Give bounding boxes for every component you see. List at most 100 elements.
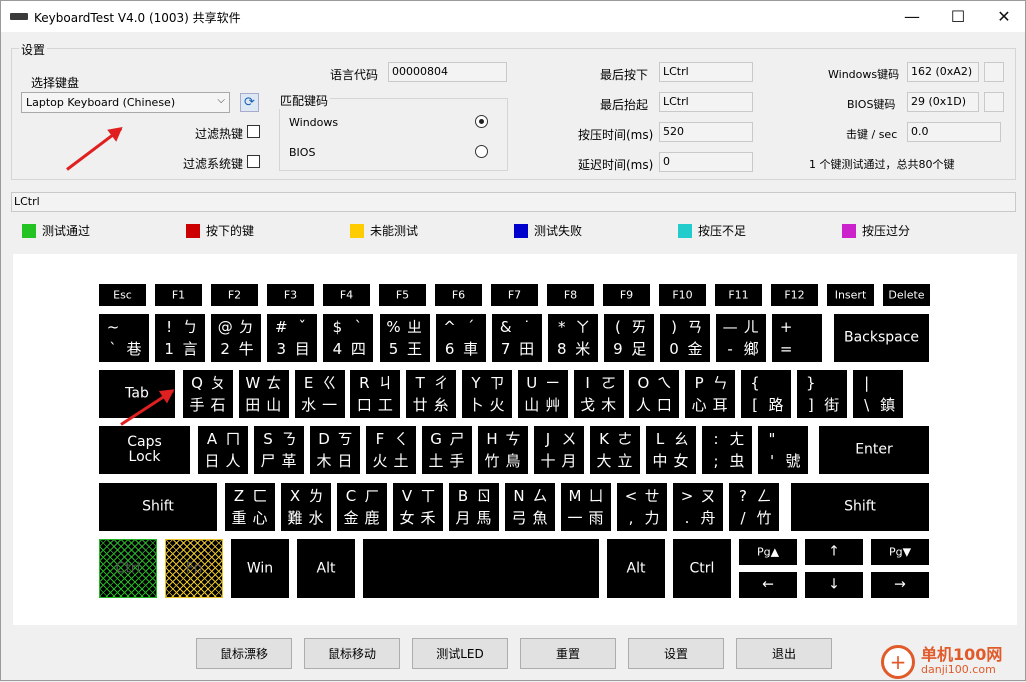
key-q-row-4[interactable]: Tㄔ廿糸 xyxy=(406,370,457,418)
key-num-9[interactable]: (ㄞ 9 足 xyxy=(603,314,654,362)
key-up-arrow[interactable]: ↑ xyxy=(805,539,863,565)
key-space[interactable] xyxy=(363,539,599,598)
key-num-12[interactable]: + = xyxy=(772,314,823,362)
key-fn[interactable]: Fn xyxy=(165,539,223,598)
key-f10[interactable]: F10 xyxy=(659,284,706,306)
settings-button[interactable]: 设置 xyxy=(628,638,724,669)
match-windows-radio[interactable] xyxy=(475,115,488,128)
key-f7[interactable]: F7 xyxy=(491,284,538,306)
key-z-row-2[interactable]: Cㄏ金鹿 xyxy=(337,483,387,531)
key-a-row-3[interactable]: Fㄑ火土 xyxy=(366,426,416,474)
key-f2[interactable]: F2 xyxy=(211,284,258,306)
key-ctrl-left[interactable]: Ctrl xyxy=(99,539,157,598)
key-z-row-8[interactable]: > ㄡ. 舟 xyxy=(673,483,723,531)
key-legend-br: 雨 xyxy=(588,509,604,527)
test-led-button[interactable]: 测试LED xyxy=(412,638,508,669)
key-q-row-5[interactable]: Yㄗ卜火 xyxy=(462,370,512,418)
key-page-up[interactable]: Pg▲ xyxy=(739,539,797,565)
key-q-row-11[interactable]: }] 街 xyxy=(796,370,847,418)
filter-hotkeys-checkbox[interactable] xyxy=(247,125,260,138)
filter-system-keys-checkbox[interactable] xyxy=(247,155,260,168)
key-num-8[interactable]: * ㄚ 8 米 xyxy=(547,314,598,362)
key-a-row-6[interactable]: Jㄨ十月 xyxy=(534,426,584,474)
key-right-arrow[interactable]: → xyxy=(871,572,929,598)
key-f3[interactable]: F3 xyxy=(267,284,314,306)
key-num-1[interactable]: ! ㄅ 1 言 xyxy=(155,314,206,362)
key-f4[interactable]: F4 xyxy=(323,284,370,306)
key-num-5[interactable]: % ㄓ 5 王 xyxy=(379,314,430,362)
key-num-2[interactable]: @ ㄉ 2 牛 xyxy=(211,314,262,362)
key-shift-right[interactable]: Shift xyxy=(791,483,929,531)
close-button[interactable]: ✕ xyxy=(981,1,1026,32)
key-alt-right[interactable]: Alt xyxy=(607,539,665,598)
key-left-arrow[interactable]: ← xyxy=(739,572,797,598)
key-q-row-8[interactable]: Oㄟ人口 xyxy=(629,370,680,418)
key-a-row-8[interactable]: Lㄠ中女 xyxy=(646,426,696,474)
key-num-0[interactable]: ~ ` 巷 xyxy=(99,314,149,362)
key-q-row-7[interactable]: Iㄛ戈木 xyxy=(573,370,624,418)
key-z-row-5[interactable]: Nㄙ弓魚 xyxy=(505,483,555,531)
key-q-row-9[interactable]: Pㄣ心耳 xyxy=(685,370,736,418)
refresh-icon[interactable]: ⟳ xyxy=(240,93,259,112)
key-esc[interactable]: Esc xyxy=(99,284,146,306)
key-q-row-12[interactable]: | \ 鎮 xyxy=(852,370,903,418)
key-q-row-1[interactable]: Wㄊ田山 xyxy=(238,370,289,418)
key-z-row-4[interactable]: Bㄖ月馬 xyxy=(449,483,499,531)
key-alt-left[interactable]: Alt xyxy=(297,539,355,598)
key-z-row-3[interactable]: Vㄒ女禾 xyxy=(393,483,443,531)
key-num-11[interactable]: — ㄦ - 鄉 xyxy=(716,314,767,362)
key-z-row-0[interactable]: Zㄈ重心 xyxy=(225,483,275,531)
key-a-row-1[interactable]: Sㄋ尸革 xyxy=(254,426,304,474)
key-z-row-1[interactable]: Xㄌ難水 xyxy=(281,483,331,531)
key-num-10[interactable]: ) ㄢ 0 金 xyxy=(660,314,710,362)
key-q-row-0[interactable]: Qㄆ手石 xyxy=(183,370,233,418)
key-num-6[interactable]: ^ ˊ 6 車 xyxy=(435,314,486,362)
key-z-row-9[interactable]: ? ㄥ / 竹 xyxy=(729,483,779,531)
reset-button[interactable]: 重置 xyxy=(520,638,616,669)
mouse-drift-button[interactable]: 鼠标漂移 xyxy=(196,638,292,669)
maximize-button[interactable]: ☐ xyxy=(935,1,981,32)
key-page-down[interactable]: Pg▼ xyxy=(871,539,929,565)
key-q-row-10[interactable]: {[路 xyxy=(741,370,791,418)
key-f8[interactable]: F8 xyxy=(547,284,594,306)
key-caps-lock[interactable]: Caps Lock xyxy=(99,426,190,474)
key-a-row-9[interactable]: : ㄤ; 虫 xyxy=(702,426,752,474)
minimize-button[interactable]: — xyxy=(889,1,935,32)
key-q-row-2[interactable]: Eㄍ水一 xyxy=(294,370,345,418)
key-enter[interactable]: Enter xyxy=(819,426,929,474)
key-num-4[interactable]: $ ˋ 4 四 xyxy=(323,314,374,362)
key-z-row-7[interactable]: < ㄝ, 力 xyxy=(617,483,667,531)
key-legend-br: 四 xyxy=(350,340,366,358)
key-z-row-6[interactable]: Mㄩ一雨 xyxy=(561,483,611,531)
key-q-row-3[interactable]: Rㄐ口工 xyxy=(350,370,401,418)
key-f9[interactable]: F9 xyxy=(603,284,650,306)
mouse-move-button[interactable]: 鼠标移动 xyxy=(304,638,400,669)
key-q-row-6[interactable]: Uㄧ山艸 xyxy=(517,370,568,418)
key-legend-br: 巷 xyxy=(126,340,142,358)
key-a-row-7[interactable]: Kㄜ大立 xyxy=(590,426,640,474)
key-f6[interactable]: F6 xyxy=(435,284,482,306)
key-legend-tl: N xyxy=(513,487,525,505)
key-ctrl-right[interactable]: Ctrl xyxy=(673,539,731,598)
key-f11[interactable]: F11 xyxy=(715,284,762,306)
key-f5[interactable]: F5 xyxy=(379,284,426,306)
key-a-row-10[interactable]: " ' 號 xyxy=(758,426,808,474)
key-insert[interactable]: Insert xyxy=(827,284,874,306)
key-shift-left[interactable]: Shift xyxy=(99,483,217,531)
key-down-arrow[interactable]: ↓ xyxy=(805,572,863,598)
match-bios-radio[interactable] xyxy=(475,145,488,158)
key-backspace[interactable]: Backspace xyxy=(834,314,929,362)
key-a-row-2[interactable]: Dㄎ木日 xyxy=(310,426,360,474)
key-num-7[interactable]: & ˙ 7 田 xyxy=(491,314,542,362)
keyboard-select[interactable]: Laptop Keyboard (Chinese) ⌵ xyxy=(21,92,230,113)
key-a-row-5[interactable]: Hㄘ竹鳥 xyxy=(478,426,528,474)
key-delete[interactable]: Delete xyxy=(883,284,930,306)
key-win[interactable]: Win xyxy=(231,539,289,598)
key-legend-bl: 大 xyxy=(596,452,612,470)
key-f12[interactable]: F12 xyxy=(771,284,818,306)
key-a-row-0[interactable]: Aㄇ日人 xyxy=(198,426,248,474)
key-num-3[interactable]: # ˇ 3 目 xyxy=(267,314,318,362)
exit-button[interactable]: 退出 xyxy=(736,638,832,669)
key-a-row-4[interactable]: Gㄕ土手 xyxy=(422,426,472,474)
key-f1[interactable]: F1 xyxy=(155,284,202,306)
